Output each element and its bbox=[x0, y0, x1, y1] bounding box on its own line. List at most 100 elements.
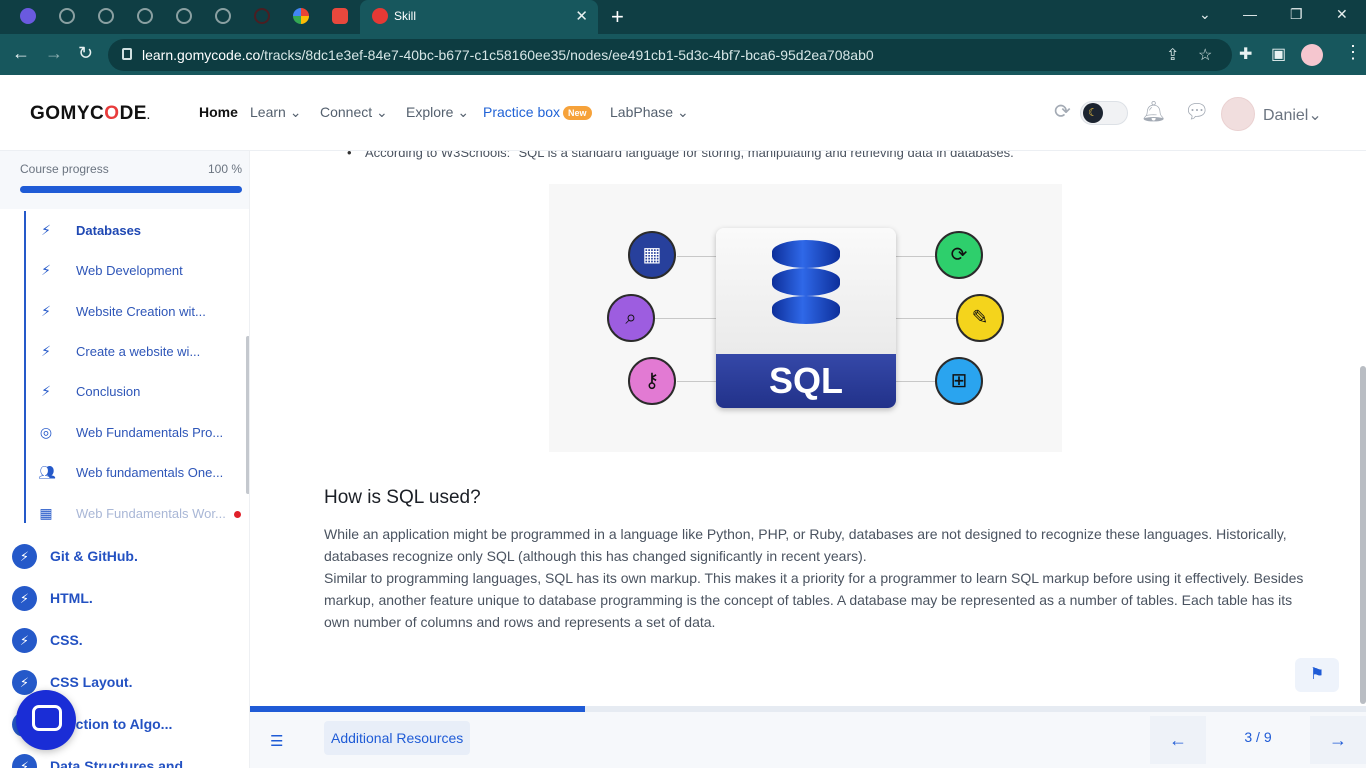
lesson-label: Databases bbox=[76, 223, 142, 238]
url-text[interactable]: learn.gomycode.co/tracks/8dc1e3ef-84e7-4… bbox=[142, 47, 874, 63]
restore-button[interactable]: ❐ bbox=[1290, 6, 1303, 23]
new-tab-button[interactable]: + bbox=[611, 4, 624, 30]
bolt-icon: ⚡︎ bbox=[41, 262, 51, 278]
bolt-icon: ⚡︎ bbox=[12, 544, 37, 569]
tab-favicon-icon[interactable] bbox=[176, 8, 192, 24]
database-box: SQL bbox=[716, 228, 896, 408]
active-tab[interactable]: Skill ✕ bbox=[360, 0, 598, 34]
connector-line bbox=[677, 381, 717, 382]
target-icon: ◎ bbox=[39, 424, 53, 440]
sidebar-module-item[interactable]: ⚡︎ HTML. bbox=[12, 582, 248, 618]
report-flag-button[interactable]: ⚑ bbox=[1295, 658, 1339, 692]
nav-home[interactable]: Home bbox=[199, 104, 238, 120]
tab-favicon-icon[interactable] bbox=[215, 8, 231, 24]
sidebar-lesson-item[interactable]: ◎ Web Fundamentals Pro... bbox=[26, 415, 246, 451]
site-header: GOMYCODE. Home Learn ⌄ Connect ⌄ Explore… bbox=[0, 75, 1366, 151]
bolt-icon: ⚡︎ bbox=[12, 586, 37, 611]
tab-favicon-icon[interactable] bbox=[59, 8, 75, 24]
page-progress-fill bbox=[250, 706, 585, 712]
lesson-content: According to W3Schools: "SQL is a standa… bbox=[250, 151, 1362, 706]
nav-learn[interactable]: Learn ⌄ bbox=[250, 104, 301, 121]
progress-label: Course progress bbox=[20, 162, 109, 176]
module-label: CSS. bbox=[50, 632, 83, 648]
google-tab-icon[interactable] bbox=[293, 8, 309, 24]
database-cylinder-icon bbox=[772, 240, 840, 268]
tab-close-icon[interactable]: ✕ bbox=[575, 7, 588, 25]
page-scrollbar[interactable] bbox=[1360, 366, 1366, 704]
key-icon: ⚷ bbox=[628, 357, 676, 405]
bookmark-star-icon[interactable]: ☆ bbox=[1198, 45, 1212, 65]
sql-illustration: ▦ ⌕ ⚷ ⟳ ✎ ⊞ SQL bbox=[549, 184, 1062, 452]
new-badge: New bbox=[563, 106, 592, 121]
tab-search-icon[interactable]: ⌄ bbox=[1199, 6, 1211, 23]
sidebar-module-item[interactable]: ⚡︎ CSS. bbox=[12, 624, 248, 660]
profile-avatar-icon[interactable] bbox=[1301, 44, 1323, 66]
share-icon[interactable]: ⇪ bbox=[1166, 45, 1179, 65]
next-page-button[interactable]: → bbox=[1310, 716, 1366, 764]
sidebar-lesson-item[interactable]: ⚡︎ Conclusion bbox=[26, 374, 246, 410]
chat-support-button[interactable] bbox=[16, 690, 76, 750]
sidebar-lesson-item[interactable]: 👥︎ Web fundamentals One... bbox=[26, 455, 246, 491]
sync-icon[interactable]: ⟳ bbox=[1054, 99, 1071, 124]
reload-icon[interactable]: ↻ bbox=[78, 43, 93, 64]
sidebar-lesson-item[interactable]: ⚡︎ Website Creation wit... bbox=[26, 294, 246, 330]
side-panel-icon[interactable]: ▣ bbox=[1271, 44, 1286, 64]
connector-line bbox=[895, 256, 935, 257]
people-icon: 👥︎ bbox=[38, 464, 56, 480]
user-avatar[interactable] bbox=[1221, 97, 1255, 131]
bolt-icon: ⚡︎ bbox=[41, 383, 51, 399]
progress-bar-fill bbox=[20, 186, 242, 193]
lesson-paragraph: While an application might be programmed… bbox=[324, 526, 1304, 630]
sidebar-lesson-item[interactable]: ⚡︎ Web Development bbox=[26, 253, 246, 289]
nav-connect[interactable]: Connect ⌄ bbox=[320, 104, 388, 121]
pencil-icon: ✎ bbox=[956, 294, 1004, 342]
previous-page-button[interactable]: ← bbox=[1150, 716, 1206, 764]
chat-bubble-icon bbox=[32, 705, 62, 731]
user-menu[interactable]: Daniel⌄ bbox=[1263, 105, 1322, 125]
workshop-icon: ▦ bbox=[39, 505, 53, 521]
lesson-label: Web Fundamentals Wor... bbox=[76, 506, 226, 521]
bolt-icon: ⚡︎ bbox=[41, 303, 51, 319]
database-cylinder-icon bbox=[772, 296, 840, 324]
lesson-label: Website Creation wit... bbox=[76, 304, 206, 319]
sidebar-lesson-item[interactable]: ▦ Web Fundamentals Wor... bbox=[26, 496, 246, 532]
notifications-bell-icon[interactable]: 🔔︎ bbox=[1141, 99, 1166, 124]
tab-favicon-icon[interactable] bbox=[20, 8, 36, 24]
back-icon[interactable]: ← bbox=[12, 43, 30, 64]
tab-title: Skill bbox=[394, 9, 417, 23]
gomycode-tab-icon bbox=[372, 8, 388, 24]
gomycode-logo[interactable]: GOMYCODE. bbox=[30, 103, 150, 125]
tab-favicon-icon[interactable] bbox=[332, 8, 348, 24]
connector-line bbox=[677, 256, 717, 257]
tab-favicon-icon[interactable] bbox=[98, 8, 114, 24]
table-of-contents-icon[interactable]: ☰ bbox=[270, 732, 283, 750]
progress-bar bbox=[20, 186, 242, 193]
bolt-icon: ⚡︎ bbox=[41, 343, 51, 359]
menu-kebab-icon[interactable]: ⋮ bbox=[1344, 42, 1362, 63]
bolt-icon: ⚡︎ bbox=[12, 754, 37, 768]
tab-favicon-icon[interactable] bbox=[137, 8, 153, 24]
bolt-icon: ⚡︎ bbox=[12, 628, 37, 653]
database-cylinder-icon bbox=[772, 268, 840, 296]
additional-resources-button[interactable]: Additional Resources bbox=[324, 721, 471, 755]
extensions-icon[interactable]: ✚ bbox=[1239, 44, 1252, 64]
forward-icon[interactable]: → bbox=[45, 43, 63, 64]
nav-explore[interactable]: Explore ⌄ bbox=[406, 104, 469, 121]
unread-dot bbox=[234, 511, 241, 518]
sidebar-lesson-item[interactable]: ⚡︎ Create a website wi... bbox=[26, 334, 246, 370]
minimize-button[interactable]: — bbox=[1243, 6, 1257, 22]
messages-icon[interactable]: 💬︎ bbox=[1184, 99, 1209, 124]
nav-practice-box[interactable]: Practice box New bbox=[483, 104, 592, 121]
sidebar-module-item[interactable]: ⚡︎ Data Structures and bbox=[12, 750, 248, 768]
nav-labphase[interactable]: LabPhase ⌄ bbox=[610, 104, 689, 121]
tab-favicon-icon[interactable] bbox=[254, 8, 270, 24]
sidebar-lesson-item[interactable]: ⚡︎ Databases bbox=[26, 213, 246, 249]
close-window-button[interactable]: ✕ bbox=[1336, 6, 1348, 23]
address-bar[interactable]: learn.gomycode.co/tracks/8dc1e3ef-84e7-4… bbox=[108, 39, 1232, 71]
section-title: How is SQL used? bbox=[324, 487, 481, 508]
dark-mode-toggle[interactable]: ☾ bbox=[1080, 101, 1128, 125]
flag-icon: ⚑ bbox=[1309, 666, 1325, 683]
bolt-icon: ⚡︎ bbox=[12, 670, 37, 695]
lesson-label: Create a website wi... bbox=[76, 344, 201, 359]
sidebar-module-item[interactable]: ⚡︎ Git & GitHub. bbox=[12, 540, 248, 576]
